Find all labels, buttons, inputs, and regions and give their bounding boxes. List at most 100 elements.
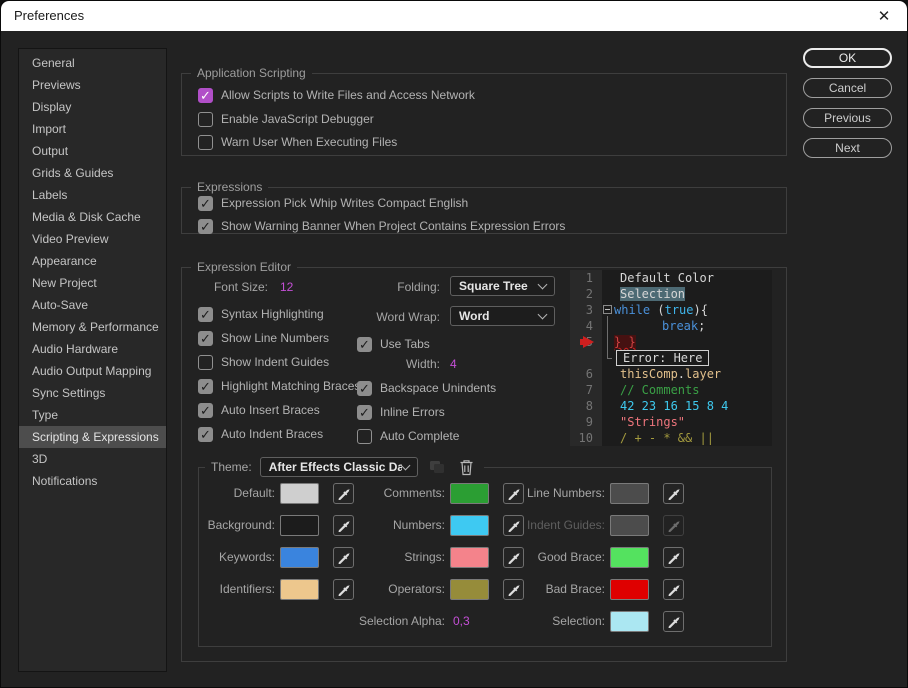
delete-theme-icon[interactable] bbox=[456, 457, 478, 477]
line-number: 2 bbox=[585, 287, 593, 301]
sidebar-item-sync-settings[interactable]: Sync Settings bbox=[19, 382, 166, 404]
sidebar-item-3d[interactable]: 3D bbox=[19, 448, 166, 470]
identifiers-color-swatch[interactable] bbox=[280, 579, 319, 600]
sidebar-item-general[interactable]: General bbox=[19, 52, 166, 74]
selection-color-swatch[interactable] bbox=[610, 611, 649, 632]
checkbox-icon[interactable] bbox=[198, 134, 213, 150]
code-token: ; bbox=[698, 319, 706, 333]
close-icon[interactable]: ✕ bbox=[865, 1, 903, 31]
bad-brace-color-swatch[interactable] bbox=[610, 579, 649, 600]
expression-editor-group: Expression Editor Font Size: 12 Folding:… bbox=[181, 260, 787, 662]
keywords-color-label: Keywords: bbox=[218, 550, 275, 564]
eyedropper-icon[interactable] bbox=[663, 579, 684, 600]
line-numbers-color-swatch[interactable] bbox=[610, 483, 649, 504]
checkbox-show-line-numbers[interactable]: Show Line Numbers bbox=[198, 330, 330, 347]
line-number: 6 bbox=[585, 367, 593, 381]
checkbox-auto-complete[interactable]: Auto Complete bbox=[357, 428, 459, 444]
checkbox-highlight-matching-braces[interactable]: Highlight Matching Braces bbox=[198, 378, 361, 395]
selection-alpha-value[interactable]: 0,3 bbox=[453, 614, 470, 628]
operators-color-label: Operators: bbox=[388, 582, 445, 596]
error-tooltip-row: Error: Here bbox=[610, 350, 772, 366]
default-color-label: Default: bbox=[233, 486, 275, 500]
background-color-swatch[interactable] bbox=[280, 515, 319, 536]
checkbox-label: Use Tabs bbox=[380, 337, 430, 351]
sidebar-item-media-disk-cache[interactable]: Media & Disk Cache bbox=[19, 206, 166, 228]
checkbox-icon[interactable] bbox=[198, 306, 213, 323]
sidebar-item-grids-guides[interactable]: Grids & Guides bbox=[19, 162, 166, 184]
code-line: Selection bbox=[614, 286, 772, 302]
checkbox-label: Auto Complete bbox=[380, 429, 460, 443]
checkbox-icon[interactable] bbox=[198, 378, 213, 395]
duplicate-theme-icon[interactable] bbox=[426, 457, 448, 477]
checkbox-icon[interactable] bbox=[198, 330, 213, 347]
checkbox-auto-insert-braces[interactable]: Auto Insert Braces bbox=[198, 402, 320, 419]
line-number: 1 bbox=[585, 271, 593, 285]
tab-width-value[interactable]: 4 bbox=[450, 357, 457, 371]
eyedropper-icon[interactable] bbox=[663, 611, 684, 632]
sidebar-item-auto-save[interactable]: Auto-Save bbox=[19, 294, 166, 316]
checkbox-icon[interactable] bbox=[198, 87, 213, 104]
checkbox-show-indent-guides[interactable]: Show Indent Guides bbox=[198, 354, 329, 370]
eyedropper-icon[interactable] bbox=[663, 483, 684, 504]
checkbox-pick-whip-english[interactable]: Expression Pick Whip Writes Compact Engl… bbox=[198, 195, 469, 212]
keywords-color-swatch[interactable] bbox=[280, 547, 319, 568]
sidebar-item-notifications[interactable]: Notifications bbox=[19, 470, 166, 492]
dropdown-value: After Effects Classic Dark bbox=[268, 460, 402, 474]
checkbox-label: Expression Pick Whip Writes Compact Engl… bbox=[221, 196, 469, 210]
sidebar-item-import[interactable]: Import bbox=[19, 118, 166, 140]
sidebar-item-audio-hardware[interactable]: Audio Hardware bbox=[19, 338, 166, 360]
checkbox-label: Highlight Matching Braces bbox=[221, 379, 361, 393]
checkbox-icon[interactable] bbox=[198, 111, 213, 127]
checkbox-icon[interactable] bbox=[198, 426, 213, 443]
sidebar-item-memory-performance[interactable]: Memory & Performance bbox=[19, 316, 166, 338]
previous-button[interactable]: Previous bbox=[803, 108, 892, 128]
font-size-label: Font Size: bbox=[213, 280, 268, 294]
checkbox-icon[interactable] bbox=[198, 195, 213, 212]
strings-color-label: Strings: bbox=[404, 550, 445, 564]
checkbox-icon[interactable] bbox=[198, 218, 213, 235]
checkbox-icon[interactable] bbox=[357, 380, 372, 397]
checkbox-warn-executing[interactable]: Warn User When Executing Files bbox=[198, 134, 397, 150]
sidebar-item-display[interactable]: Display bbox=[19, 96, 166, 118]
sidebar-item-labels[interactable]: Labels bbox=[19, 184, 166, 206]
checkbox-icon[interactable] bbox=[198, 402, 213, 419]
indent-guides-color-swatch bbox=[610, 515, 649, 536]
theme-dropdown[interactable]: After Effects Classic Dark bbox=[259, 457, 418, 477]
checkbox-icon[interactable] bbox=[357, 404, 372, 421]
sidebar-item-video-preview[interactable]: Video Preview bbox=[19, 228, 166, 250]
checkbox-syntax-highlighting[interactable]: Syntax Highlighting bbox=[198, 306, 324, 323]
word-wrap-label: Word Wrap: bbox=[376, 310, 440, 324]
category-sidebar: General Previews Display Import Output G… bbox=[18, 48, 167, 672]
fold-collapse-icon[interactable] bbox=[603, 305, 612, 314]
sidebar-item-audio-output-mapping[interactable]: Audio Output Mapping bbox=[19, 360, 166, 382]
checkbox-warning-banner[interactable]: Show Warning Banner When Project Contain… bbox=[198, 218, 565, 235]
sidebar-item-new-project[interactable]: New Project bbox=[19, 272, 166, 294]
chevron-down-icon bbox=[537, 279, 548, 289]
checkbox-inline-errors[interactable]: Inline Errors bbox=[357, 404, 445, 421]
selected-text: Selection bbox=[620, 287, 686, 301]
sidebar-item-type[interactable]: Type bbox=[19, 404, 166, 426]
checkbox-use-tabs[interactable]: Use Tabs bbox=[357, 336, 430, 353]
word-wrap-dropdown[interactable]: Word bbox=[450, 306, 555, 326]
checkbox-label: Show Line Numbers bbox=[221, 331, 330, 345]
checkbox-allow-scripts[interactable]: Allow Scripts to Write Files and Access … bbox=[198, 87, 475, 104]
checkbox-icon[interactable] bbox=[357, 336, 372, 353]
cancel-button[interactable]: Cancel bbox=[803, 78, 892, 98]
checkbox-auto-indent-braces[interactable]: Auto Indent Braces bbox=[198, 426, 323, 443]
default-color-swatch[interactable] bbox=[280, 483, 319, 504]
sidebar-item-output[interactable]: Output bbox=[19, 140, 166, 162]
dialog-title: Preferences bbox=[14, 8, 85, 23]
eyedropper-icon[interactable] bbox=[663, 547, 684, 568]
checkbox-icon[interactable] bbox=[357, 428, 372, 444]
font-size-value[interactable]: 12 bbox=[280, 280, 293, 294]
next-button[interactable]: Next bbox=[803, 138, 892, 158]
checkbox-icon[interactable] bbox=[198, 354, 213, 370]
sidebar-item-appearance[interactable]: Appearance bbox=[19, 250, 166, 272]
checkbox-enable-js-debugger[interactable]: Enable JavaScript Debugger bbox=[198, 111, 374, 127]
folding-dropdown[interactable]: Square Tree bbox=[450, 276, 555, 296]
sidebar-item-scripting-expressions[interactable]: Scripting & Expressions bbox=[19, 426, 166, 448]
good-brace-color-swatch[interactable] bbox=[610, 547, 649, 568]
checkbox-backspace-unindents[interactable]: Backspace Unindents bbox=[357, 380, 496, 397]
ok-button[interactable]: OK bbox=[803, 48, 892, 68]
sidebar-item-previews[interactable]: Previews bbox=[19, 74, 166, 96]
